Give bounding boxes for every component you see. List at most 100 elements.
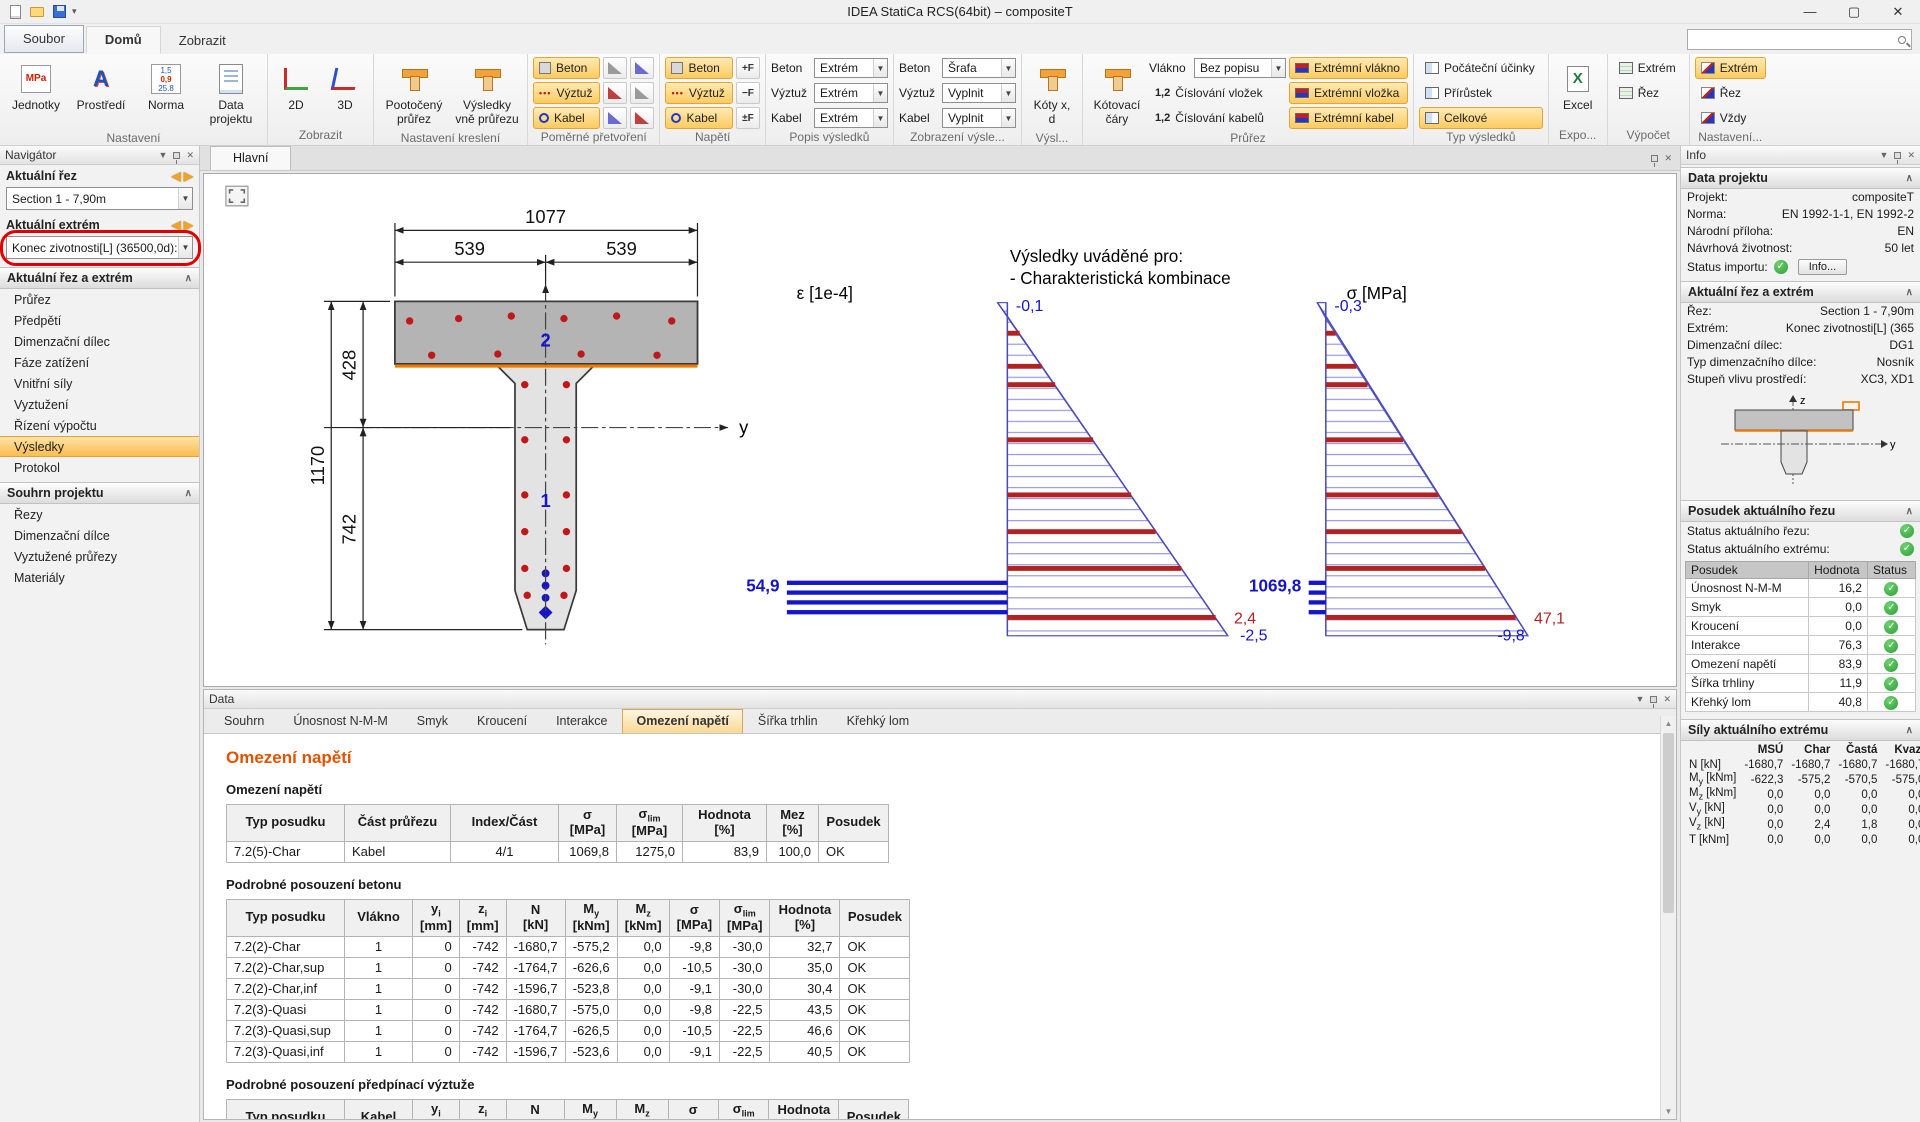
collapse-icon[interactable]: ∧ xyxy=(1906,173,1913,184)
close-icon[interactable]: ✕ xyxy=(1663,694,1671,705)
tab-krehky-lom[interactable]: Křehký lom xyxy=(833,709,924,733)
current-extreme-dropdown[interactable]: Konec zivotnosti[L] (36500,0d): I▼ xyxy=(6,236,193,259)
table-row[interactable]: 7.2(2)-Char10-742-1680,7-575,20,0-9,8-30… xyxy=(227,936,910,957)
vypocet-extrem-button[interactable]: Extrém xyxy=(1613,57,1684,79)
tab-smyk[interactable]: Smyk xyxy=(403,709,462,733)
stress-beton-button[interactable]: Beton xyxy=(665,57,732,79)
view-2d-button[interactable]: 2D xyxy=(273,57,319,125)
table-row[interactable]: Vy [kN]0,00,00,00,0 xyxy=(1685,802,1920,817)
sidebar-item-protokol[interactable]: Protokol xyxy=(0,457,199,478)
close-icon[interactable]: ✕ xyxy=(1664,153,1672,164)
prev-section-icon[interactable]: ◀ xyxy=(172,169,181,183)
collapse-icon[interactable]: ∧ xyxy=(1906,506,1913,517)
sidebar-item-rizeni-vypoctu[interactable]: Řízení výpočtu xyxy=(0,415,199,436)
sidebar-item-prurez[interactable]: Průřez xyxy=(0,289,199,310)
table-row[interactable]: Šířka trhliny11,9 xyxy=(1686,674,1916,693)
search-box[interactable] xyxy=(1687,29,1912,50)
pootoceny-prurez-button[interactable]: Pootočený průřez xyxy=(379,57,449,130)
sidebar-item-vyztuzeni[interactable]: Vyztužení xyxy=(0,394,199,415)
table-row[interactable]: 7.2(2)-Char,inf10-742-1596,7-523,80,0-9,… xyxy=(227,978,910,999)
jednotky-button[interactable]: MPa Jednotky xyxy=(5,57,67,125)
zobrazeni-vyztuz-dropdown[interactable]: Vyplnit▼ xyxy=(942,83,1016,103)
tab-zobrazit[interactable]: Zobrazit xyxy=(161,28,244,54)
table-row[interactable]: N [kN]-1680,7-1680,7-1680,7-1680,7 xyxy=(1685,757,1920,772)
collapse-icon[interactable]: ∧ xyxy=(185,488,192,499)
collapse-icon[interactable]: ∧ xyxy=(1906,725,1913,736)
maximize-button[interactable]: ▢ xyxy=(1832,0,1876,23)
table-row[interactable]: 7.2(5)-CharKabel4/11069,81275,083,9100,0… xyxy=(227,841,889,862)
strain-diagram-icon-4[interactable] xyxy=(630,57,654,79)
cislovani-kabelu-button[interactable]: 1,2Číslování kabelů xyxy=(1149,107,1286,129)
sidebar-item-materialy[interactable]: Materiály xyxy=(0,567,199,588)
drawing-canvas[interactable]: y 2 1 xyxy=(203,173,1677,687)
qat-customize-icon[interactable]: ▾ xyxy=(72,6,77,17)
norma-button[interactable]: 1,50,925.8 Norma xyxy=(135,57,197,125)
nastaveni-extrem-button[interactable]: Extrém xyxy=(1695,57,1766,79)
table-row[interactable]: 7.2(3)-Quasi10-742-1680,7-575,00,0-9,8-2… xyxy=(227,999,910,1020)
tab-souhrn[interactable]: Souhrn xyxy=(210,709,278,733)
extremni-kabel-button[interactable]: Extrémní kabel xyxy=(1289,107,1408,129)
popis-vyztuz-dropdown[interactable]: Extrém▼ xyxy=(814,83,888,103)
pin-icon[interactable] xyxy=(1894,152,1901,159)
strain-vyztuz-button[interactable]: •••Výztuž xyxy=(533,82,600,104)
table-row[interactable]: T [kNm]0,00,00,00,0 xyxy=(1685,832,1920,847)
nastaveni-rez-button[interactable]: Řez xyxy=(1695,82,1766,104)
kotovaci-cary-button[interactable]: Kótovací čáry xyxy=(1088,57,1146,130)
excel-button[interactable]: X Excel xyxy=(1554,57,1602,125)
next-section-icon[interactable]: ▶ xyxy=(184,169,193,183)
stress-vyztuz-button[interactable]: •••Výztuž xyxy=(665,82,732,104)
prirustek-button[interactable]: Přírůstek xyxy=(1419,82,1543,104)
stress-pmF-button[interactable]: ±F xyxy=(736,107,760,129)
tab-omezeni-napeti[interactable]: Omezení napětí xyxy=(622,709,742,733)
sidebar-item-predpeti[interactable]: Předpětí xyxy=(0,310,199,331)
pin-icon[interactable] xyxy=(173,152,180,159)
strain-kabel-button[interactable]: Kabel xyxy=(533,107,600,129)
table-row[interactable]: Interakce76,3 xyxy=(1686,636,1916,655)
scrollbar-thumb[interactable] xyxy=(1663,733,1674,913)
table-row[interactable]: 7.2(2)-Char,sup10-742-1764,7-626,60,0-10… xyxy=(227,957,910,978)
new-file-icon[interactable] xyxy=(6,4,24,20)
data-projektu-button[interactable]: Data projektu xyxy=(200,57,262,130)
strain-diagram-icon-3[interactable] xyxy=(603,107,627,129)
extremni-vlakno-button[interactable]: Extrémní vlákno xyxy=(1289,57,1408,79)
view-3d-button[interactable]: 3D xyxy=(322,57,368,125)
table-row[interactable]: Vz [kN]0,02,41,80,0 xyxy=(1685,817,1920,832)
table-row[interactable]: 7.2(3)-Quasi,sup10-742-1764,7-626,50,0-1… xyxy=(227,1020,910,1041)
table-row[interactable]: Smyk0,0 xyxy=(1686,598,1916,617)
save-icon[interactable] xyxy=(50,4,68,20)
close-button[interactable]: ✕ xyxy=(1876,0,1920,23)
strain-diagram-icon-6[interactable] xyxy=(630,107,654,129)
menu-down-icon[interactable]: ▼ xyxy=(159,150,168,160)
vlakno-dropdown[interactable]: Bez popisu▼ xyxy=(1194,58,1286,78)
sidebar-item-dimenzacni-dilce[interactable]: Dimenzační dílce xyxy=(0,525,199,546)
sidebar-item-dimenzacni-dilec[interactable]: Dimenzační dílec xyxy=(0,331,199,352)
celkove-button[interactable]: Celkové xyxy=(1419,107,1543,129)
extremni-vlozka-button[interactable]: Extrémní vložka xyxy=(1289,82,1408,104)
strain-diagram-icon-1[interactable] xyxy=(603,57,627,79)
sidebar-item-rezy[interactable]: Řezy xyxy=(0,504,199,525)
tab-soubor[interactable]: Soubor xyxy=(4,25,84,53)
next-extreme-icon[interactable]: ▶ xyxy=(184,218,193,232)
zobrazeni-kabel-dropdown[interactable]: Vyplnit▼ xyxy=(942,108,1016,128)
close-icon[interactable]: ✕ xyxy=(1907,150,1915,161)
scroll-up-icon[interactable]: ▲ xyxy=(1661,716,1676,731)
tab-unosnost[interactable]: Únosnost N-M-M xyxy=(279,709,401,733)
open-file-icon[interactable] xyxy=(28,4,46,20)
vypocet-rez-button[interactable]: Řez xyxy=(1613,82,1684,104)
minimize-button[interactable]: — xyxy=(1788,0,1832,23)
nastaveni-vzdy-button[interactable]: Vždy xyxy=(1695,107,1766,129)
fit-view-icon[interactable] xyxy=(226,186,248,206)
close-icon[interactable]: ✕ xyxy=(186,150,194,161)
table-row[interactable]: My [kNm]-622,3-575,2-570,5-575,0 xyxy=(1685,772,1920,787)
pocatecni-ucinky-button[interactable]: Počáteční účinky xyxy=(1419,57,1543,79)
info-button[interactable]: Info... xyxy=(1798,259,1848,275)
sidebar-item-vyztuzene-prurezy[interactable]: Vyztužené průřezy xyxy=(0,546,199,567)
menu-down-icon[interactable]: ▼ xyxy=(1636,694,1645,704)
table-row[interactable]: Únosnost N-M-M16,2 xyxy=(1686,579,1916,598)
koty-button[interactable]: Kóty x, d xyxy=(1027,57,1077,130)
prev-extreme-icon[interactable]: ◀ xyxy=(172,218,181,232)
strain-diagram-icon-2[interactable] xyxy=(603,82,627,104)
stress-minusF-button[interactable]: −F xyxy=(736,82,760,104)
strain-diagram-icon-5[interactable] xyxy=(630,82,654,104)
table-row[interactable]: Mz [kNm]0,00,00,00,0 xyxy=(1685,787,1920,802)
